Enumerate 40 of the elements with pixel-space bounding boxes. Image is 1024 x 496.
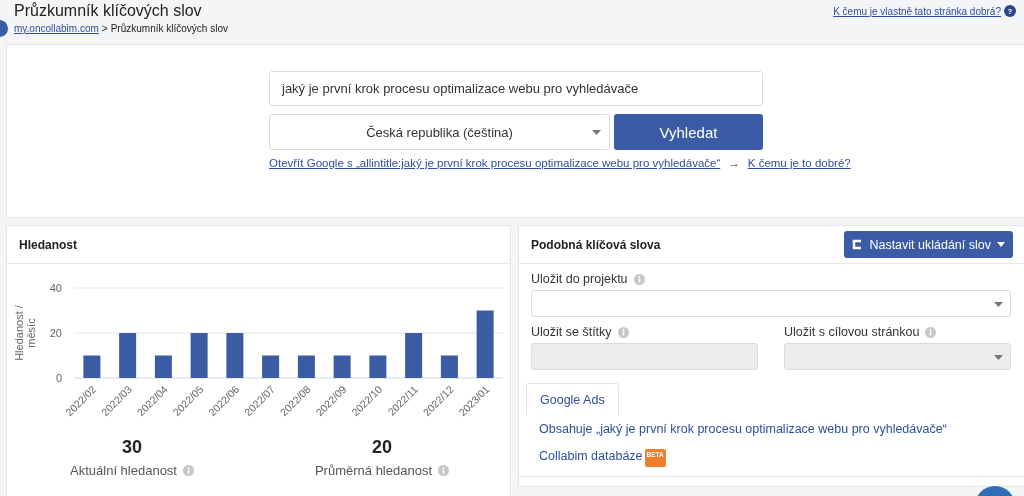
axis-title: Hledanost / měsíc bbox=[13, 305, 37, 361]
settings-button[interactable]: Nastavit ukládání slov bbox=[844, 231, 1013, 258]
source-link[interactable]: Collabim databáze bbox=[539, 449, 643, 463]
select-field[interactable] bbox=[531, 290, 1011, 317]
field-label: Uložit s cílovou stránkou bbox=[784, 325, 920, 339]
axis-tick-label: 40 bbox=[49, 282, 62, 294]
info-icon[interactable] bbox=[617, 326, 629, 338]
help-link[interactable]: K čemu je to dobré? bbox=[747, 157, 851, 169]
tab[interactable]: Google Ads bbox=[526, 383, 619, 416]
info-icon[interactable] bbox=[438, 465, 450, 476]
field-label: Uložit do projektu bbox=[531, 272, 628, 286]
google-link[interactable]: Otevřít Google s „allintitle:jaký je první krok procesu optimalizace webu pro vyhledávače“ bbox=[269, 157, 721, 169]
card-title: Podobná klíčová slova bbox=[531, 237, 661, 252]
caret-icon bbox=[994, 355, 1003, 360]
source-link[interactable]: Obsahuje „jaký je první krok procesu optimalizace webu pro vyhledávače“ bbox=[539, 422, 947, 436]
info-icon[interactable] bbox=[925, 326, 937, 338]
page-title: Průzkumník klíčových slov bbox=[14, 2, 203, 20]
info-icon[interactable] bbox=[183, 465, 194, 476]
breadcrumb-current: Průzkumník klíčových slov bbox=[110, 23, 228, 34]
search-field[interactable]: jaký je první krok procesu optimalizace webu pro vyhledávače bbox=[269, 71, 763, 106]
stat-value: 20 bbox=[372, 437, 392, 458]
caret-icon bbox=[592, 130, 601, 135]
caret-icon bbox=[997, 242, 1005, 247]
breadcrumb-link[interactable]: my.oncollabim.com bbox=[14, 23, 99, 34]
card-title: Hledanost bbox=[7, 226, 510, 264]
help-link[interactable]: K čemu je vlastně tato stránka dobrá? bbox=[833, 5, 1001, 17]
country-select[interactable]: Česká republika (čeština) bbox=[269, 114, 610, 150]
help-icon[interactable]: ? bbox=[1004, 5, 1016, 17]
field-label: Uložit se štítky bbox=[531, 325, 612, 339]
stat-label: Aktuální hledanost bbox=[70, 463, 177, 478]
axis-tick-label: 0 bbox=[55, 372, 62, 384]
stat-label: Průměrná hledanost bbox=[314, 463, 433, 478]
breadcrumb-separator: > bbox=[101, 23, 108, 34]
search-button[interactable]: Vyhledat bbox=[614, 114, 763, 150]
stat-value: 30 bbox=[122, 437, 142, 458]
logo-icon bbox=[852, 239, 864, 250]
info-icon[interactable] bbox=[633, 273, 645, 285]
caret-icon bbox=[994, 302, 1003, 307]
arrow-icon: → bbox=[728, 157, 740, 169]
axis-tick-label: 20 bbox=[49, 327, 62, 339]
